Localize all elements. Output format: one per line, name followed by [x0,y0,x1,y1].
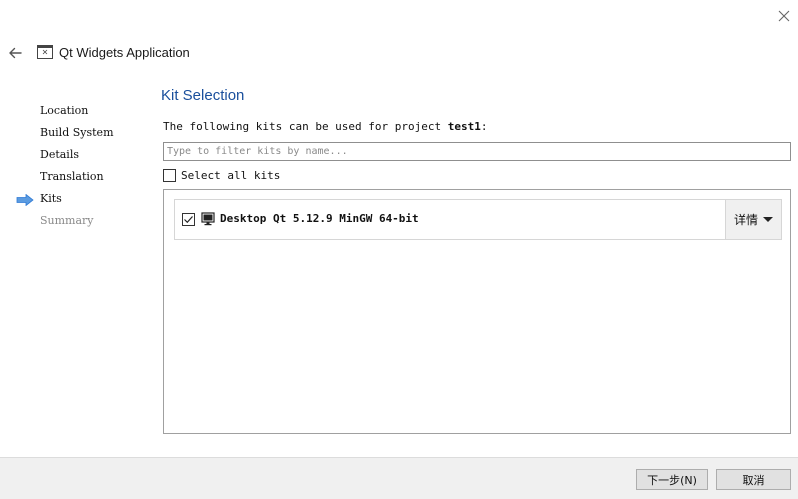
kit-details-button[interactable]: 详情 [725,200,781,239]
close-button[interactable] [774,6,794,26]
select-all-checkbox-box[interactable] [163,168,176,182]
description-suffix: : [480,120,488,133]
back-arrow-icon [9,47,22,59]
checkmark-icon [184,216,193,224]
details-label: 详情 [733,213,758,227]
kit-name: Desktop Qt 5.12.9 MinGW 64-bit [220,212,419,225]
step-details: Details [40,148,79,161]
caret-down-icon [763,217,773,222]
step-translation: Translation [40,170,104,183]
wizard-title: Qt Widgets Application [59,45,190,60]
wizard-window: Qt Widgets Application Location Build Sy… [0,0,798,499]
step-kits: Kits [0,189,150,211]
kit-checkbox[interactable] [182,213,195,226]
step-kits-label: Kits [40,192,62,205]
select-all-label: Select all kits [181,168,281,182]
kits-list: Desktop Qt 5.12.9 MinGW 64-bit 详情 [163,189,791,434]
kit-filter-input[interactable] [163,142,791,161]
project-name: test1 [447,120,481,133]
wizard-steps: Location Build System Details Translatio… [0,101,150,233]
current-step-arrow-icon [16,194,34,206]
select-all-kits-checkbox[interactable]: Select all kits [163,167,280,183]
wizard-footer: 下一步(N) 取消 [0,457,798,499]
desktop-monitor-icon [201,212,215,226]
window-icon [37,45,53,59]
page-title: Kit Selection [161,87,245,104]
next-button[interactable]: 下一步(N) [636,469,708,490]
description-prefix: The following kits can be used for proje… [163,120,448,133]
kit-row[interactable]: Desktop Qt 5.12.9 MinGW 64-bit 详情 [174,199,782,240]
cancel-button[interactable]: 取消 [716,469,791,490]
step-build-system: Build System [40,126,114,139]
close-icon [778,10,790,22]
kits-description: The following kits can be used for proje… [163,120,488,133]
step-location: Location [40,104,89,117]
back-button[interactable] [4,42,26,64]
step-summary: Summary [40,214,94,227]
